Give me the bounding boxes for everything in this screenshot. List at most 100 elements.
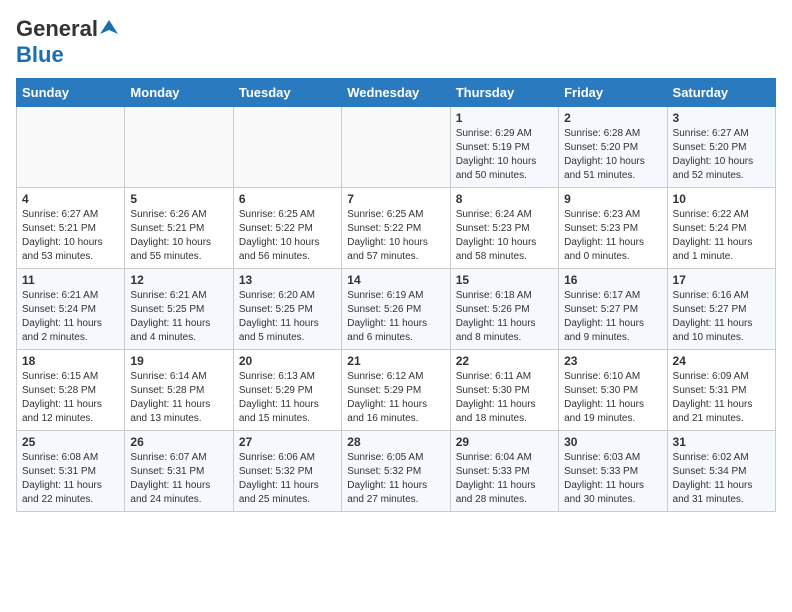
calendar-cell: 19 Sunrise: 6:14 AMSunset: 5:28 PMDayligh… bbox=[125, 350, 233, 431]
calendar-cell: 16 Sunrise: 6:17 AMSunset: 5:27 PMDayligh… bbox=[559, 269, 667, 350]
logo: General Blue bbox=[16, 16, 118, 68]
page-header: General Blue bbox=[16, 16, 776, 68]
day-number: 31 bbox=[673, 435, 770, 449]
day-info: Sunrise: 6:12 AMSunset: 5:29 PMDaylight:… bbox=[347, 370, 444, 426]
day-info: Sunrise: 6:14 AMSunset: 5:28 PMDaylight:… bbox=[130, 370, 227, 426]
calendar-cell: 31 Sunrise: 6:02 AMSunset: 5:34 PMDayligh… bbox=[667, 431, 775, 512]
day-number: 14 bbox=[347, 273, 444, 287]
day-number: 2 bbox=[564, 111, 661, 125]
day-number: 21 bbox=[347, 354, 444, 368]
day-number: 12 bbox=[130, 273, 227, 287]
calendar-cell: 28 Sunrise: 6:05 AMSunset: 5:32 PMDayligh… bbox=[342, 431, 450, 512]
day-number: 27 bbox=[239, 435, 336, 449]
day-number: 23 bbox=[564, 354, 661, 368]
day-number: 18 bbox=[22, 354, 119, 368]
day-number: 22 bbox=[456, 354, 553, 368]
day-info: Sunrise: 6:13 AMSunset: 5:29 PMDaylight:… bbox=[239, 370, 336, 426]
day-number: 9 bbox=[564, 192, 661, 206]
day-info: Sunrise: 6:28 AMSunset: 5:20 PMDaylight:… bbox=[564, 127, 661, 183]
calendar-cell bbox=[125, 107, 233, 188]
calendar-cell: 22Sunrise: 6:11 AMSunset: 5:30 PMDayligh… bbox=[450, 350, 558, 431]
day-number: 30 bbox=[564, 435, 661, 449]
day-info: Sunrise: 6:17 AMSunset: 5:27 PMDaylight:… bbox=[564, 289, 661, 345]
calendar-cell: 20 Sunrise: 6:13 AMSunset: 5:29 PMDayligh… bbox=[233, 350, 341, 431]
day-info: Sunrise: 6:19 AMSunset: 5:26 PMDaylight:… bbox=[347, 289, 444, 345]
day-number: 6 bbox=[239, 192, 336, 206]
day-info: Sunrise: 6:04 AMSunset: 5:33 PMDaylight:… bbox=[456, 451, 553, 507]
day-number: 19 bbox=[130, 354, 227, 368]
day-info: Sunrise: 6:27 AMSunset: 5:20 PMDaylight:… bbox=[673, 127, 770, 183]
day-info: Sunrise: 6:02 AMSunset: 5:34 PMDaylight:… bbox=[673, 451, 770, 507]
calendar-cell: 12 Sunrise: 6:21 AMSunset: 5:25 PMDayligh… bbox=[125, 269, 233, 350]
day-info: Sunrise: 6:29 AMSunset: 5:19 PMDaylight:… bbox=[456, 127, 553, 183]
calendar-cell: 5 Sunrise: 6:26 AMSunset: 5:21 PMDaylight… bbox=[125, 188, 233, 269]
calendar-cell: 29 Sunrise: 6:04 AMSunset: 5:33 PMDayligh… bbox=[450, 431, 558, 512]
day-info: Sunrise: 6:24 AMSunset: 5:23 PMDaylight:… bbox=[456, 208, 553, 264]
day-info: Sunrise: 6:23 AMSunset: 5:23 PMDaylight:… bbox=[564, 208, 661, 264]
day-number: 8 bbox=[456, 192, 553, 206]
day-info: Sunrise: 6:07 AMSunset: 5:31 PMDaylight:… bbox=[130, 451, 227, 507]
logo-blue-text: Blue bbox=[16, 42, 64, 67]
day-info: Sunrise: 6:26 AMSunset: 5:21 PMDaylight:… bbox=[130, 208, 227, 264]
calendar-week-row: 11 Sunrise: 6:21 AMSunset: 5:24 PMDayligh… bbox=[17, 269, 776, 350]
calendar-cell: 8 Sunrise: 6:24 AMSunset: 5:23 PMDaylight… bbox=[450, 188, 558, 269]
day-number: 1 bbox=[456, 111, 553, 125]
logo-bird-icon bbox=[100, 18, 118, 36]
day-info: Sunrise: 6:03 AMSunset: 5:33 PMDaylight:… bbox=[564, 451, 661, 507]
day-info: Sunrise: 6:25 AMSunset: 5:22 PMDaylight:… bbox=[239, 208, 336, 264]
calendar-cell: 30 Sunrise: 6:03 AMSunset: 5:33 PMDayligh… bbox=[559, 431, 667, 512]
day-number: 28 bbox=[347, 435, 444, 449]
weekday-header-tuesday: Tuesday bbox=[233, 79, 341, 107]
day-info: Sunrise: 6:08 AMSunset: 5:31 PMDaylight:… bbox=[22, 451, 119, 507]
calendar-cell: 15Sunrise: 6:18 AMSunset: 5:26 PMDayligh… bbox=[450, 269, 558, 350]
day-info: Sunrise: 6:10 AMSunset: 5:30 PMDaylight:… bbox=[564, 370, 661, 426]
day-number: 7 bbox=[347, 192, 444, 206]
calendar-cell: 6 Sunrise: 6:25 AMSunset: 5:22 PMDaylight… bbox=[233, 188, 341, 269]
day-number: 3 bbox=[673, 111, 770, 125]
calendar-cell: 13Sunrise: 6:20 AMSunset: 5:25 PMDayligh… bbox=[233, 269, 341, 350]
day-number: 24 bbox=[673, 354, 770, 368]
day-info: Sunrise: 6:15 AMSunset: 5:28 PMDaylight:… bbox=[22, 370, 119, 426]
calendar-cell: 27 Sunrise: 6:06 AMSunset: 5:32 PMDayligh… bbox=[233, 431, 341, 512]
day-info: Sunrise: 6:27 AMSunset: 5:21 PMDaylight:… bbox=[22, 208, 119, 264]
day-number: 20 bbox=[239, 354, 336, 368]
day-info: Sunrise: 6:05 AMSunset: 5:32 PMDaylight:… bbox=[347, 451, 444, 507]
day-info: Sunrise: 6:21 AMSunset: 5:25 PMDaylight:… bbox=[130, 289, 227, 345]
day-info: Sunrise: 6:16 AMSunset: 5:27 PMDaylight:… bbox=[673, 289, 770, 345]
calendar-cell: 11 Sunrise: 6:21 AMSunset: 5:24 PMDayligh… bbox=[17, 269, 125, 350]
day-info: Sunrise: 6:25 AMSunset: 5:22 PMDaylight:… bbox=[347, 208, 444, 264]
calendar-cell: 26Sunrise: 6:07 AMSunset: 5:31 PMDayligh… bbox=[125, 431, 233, 512]
day-info: Sunrise: 6:21 AMSunset: 5:24 PMDaylight:… bbox=[22, 289, 119, 345]
weekday-header-row: SundayMondayTuesdayWednesdayThursdayFrid… bbox=[17, 79, 776, 107]
day-info: Sunrise: 6:06 AMSunset: 5:32 PMDaylight:… bbox=[239, 451, 336, 507]
calendar-cell: 23 Sunrise: 6:10 AMSunset: 5:30 PMDayligh… bbox=[559, 350, 667, 431]
calendar-cell: 4Sunrise: 6:27 AMSunset: 5:21 PMDaylight… bbox=[17, 188, 125, 269]
day-number: 29 bbox=[456, 435, 553, 449]
calendar-cell: 24Sunrise: 6:09 AMSunset: 5:31 PMDayligh… bbox=[667, 350, 775, 431]
calendar-cell bbox=[342, 107, 450, 188]
day-info: Sunrise: 6:22 AMSunset: 5:24 PMDaylight:… bbox=[673, 208, 770, 264]
weekday-header-sunday: Sunday bbox=[17, 79, 125, 107]
calendar-cell: 17Sunrise: 6:16 AMSunset: 5:27 PMDayligh… bbox=[667, 269, 775, 350]
calendar-cell: 18 Sunrise: 6:15 AMSunset: 5:28 PMDayligh… bbox=[17, 350, 125, 431]
weekday-header-wednesday: Wednesday bbox=[342, 79, 450, 107]
day-number: 11 bbox=[22, 273, 119, 287]
day-number: 5 bbox=[130, 192, 227, 206]
day-number: 25 bbox=[22, 435, 119, 449]
day-number: 10 bbox=[673, 192, 770, 206]
calendar-cell: 2 Sunrise: 6:28 AMSunset: 5:20 PMDaylight… bbox=[559, 107, 667, 188]
day-number: 13 bbox=[239, 273, 336, 287]
calendar-cell: 9 Sunrise: 6:23 AMSunset: 5:23 PMDaylight… bbox=[559, 188, 667, 269]
calendar-cell: 10 Sunrise: 6:22 AMSunset: 5:24 PMDayligh… bbox=[667, 188, 775, 269]
calendar-cell bbox=[233, 107, 341, 188]
calendar-week-row: 1 Sunrise: 6:29 AMSunset: 5:19 PMDaylight… bbox=[17, 107, 776, 188]
calendar-cell bbox=[17, 107, 125, 188]
logo-general-text: General bbox=[16, 16, 98, 42]
calendar-week-row: 4Sunrise: 6:27 AMSunset: 5:21 PMDaylight… bbox=[17, 188, 776, 269]
day-info: Sunrise: 6:18 AMSunset: 5:26 PMDaylight:… bbox=[456, 289, 553, 345]
calendar-cell: 3 Sunrise: 6:27 AMSunset: 5:20 PMDaylight… bbox=[667, 107, 775, 188]
weekday-header-monday: Monday bbox=[125, 79, 233, 107]
day-number: 16 bbox=[564, 273, 661, 287]
calendar-cell: 1 Sunrise: 6:29 AMSunset: 5:19 PMDaylight… bbox=[450, 107, 558, 188]
calendar-cell: 21 Sunrise: 6:12 AMSunset: 5:29 PMDayligh… bbox=[342, 350, 450, 431]
